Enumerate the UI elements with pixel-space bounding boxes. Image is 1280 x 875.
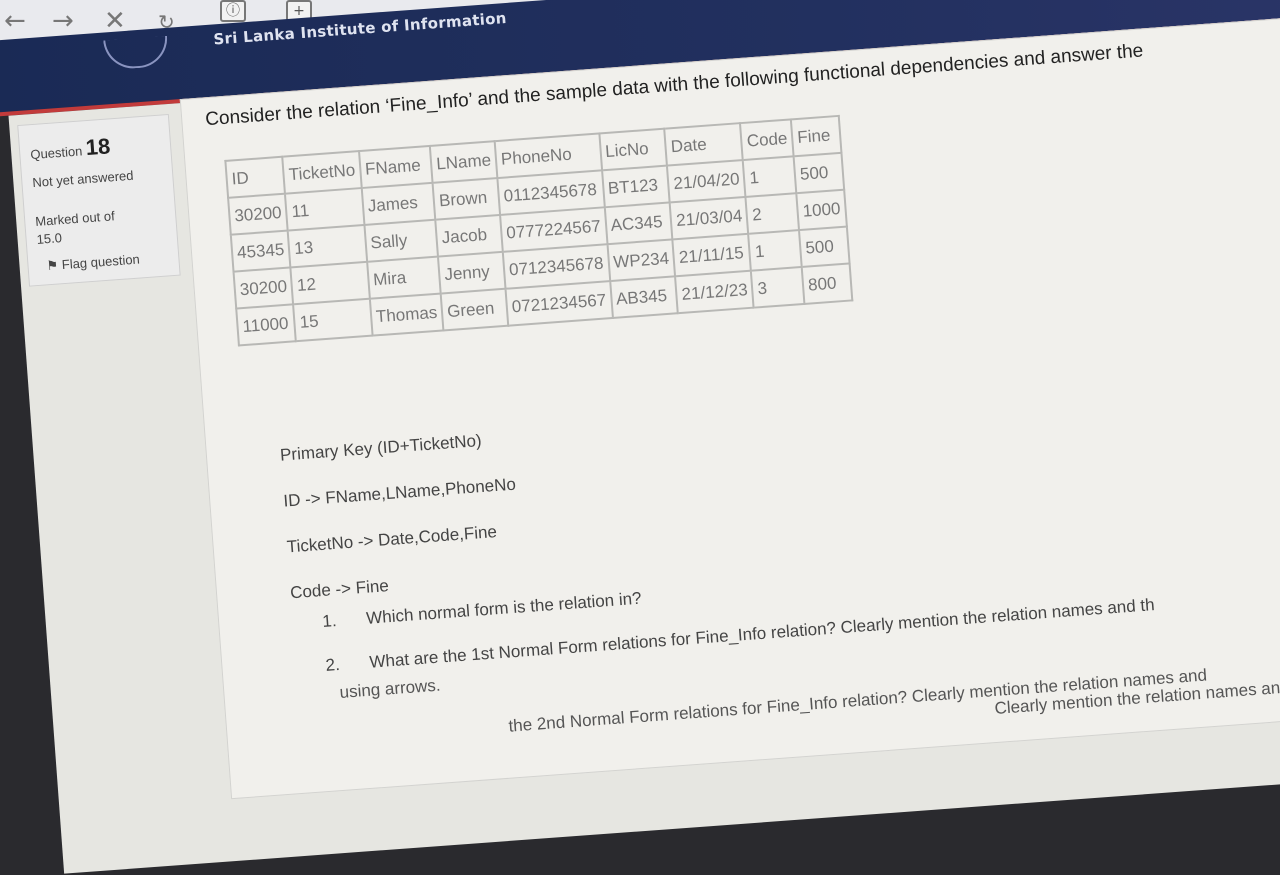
cell: 11000 (236, 304, 297, 346)
cell: Thomas (369, 293, 444, 336)
header-fine: Fine (790, 115, 842, 157)
cell: AC345 (604, 202, 673, 245)
question-number: 18 (84, 133, 112, 161)
cell: 1 (748, 230, 802, 271)
cell: 2 (745, 193, 800, 234)
cell: 15 (293, 298, 373, 342)
cell: AB345 (609, 276, 679, 318)
cell: 13 (287, 224, 367, 268)
cell: 3 (751, 266, 805, 308)
flag-question-link[interactable]: ⚑ Flag question (46, 251, 140, 274)
header-lname: LName (429, 141, 498, 183)
cell: WP234 (607, 239, 676, 282)
answer-status: Not yet answered (31, 167, 134, 191)
cell: 21/11/15 (672, 233, 752, 277)
cell: 500 (793, 152, 845, 194)
cell: 21/12/23 (675, 270, 755, 314)
cell: Jenny (438, 251, 506, 294)
header-code: Code (740, 119, 794, 161)
task-number: 1. (321, 611, 338, 632)
header-id: ID (225, 156, 286, 198)
institute-logo (103, 35, 170, 71)
header-licno: LicNo (598, 128, 668, 171)
site-title: Sri Lanka Institute of Information (212, 8, 508, 49)
cell: Mira (366, 256, 441, 299)
marked-label: Marked out of (34, 208, 116, 229)
cell: 30200 (233, 267, 294, 309)
marked-value: 15.0 (36, 230, 63, 247)
flag-question-label: Flag question (61, 251, 141, 273)
functional-dependencies: Primary Key (ID+TicketNo) ID -> FName,LN… (278, 416, 524, 617)
cell: 800 (801, 263, 853, 304)
cell: 1000 (796, 189, 847, 231)
header-ticketno: TicketNo (282, 151, 362, 194)
cell: James (361, 182, 436, 225)
cell: 0721234567 (505, 281, 613, 326)
task-text: Which normal form is the relation in? (365, 588, 643, 628)
cell: 12 (290, 261, 370, 305)
cell: 21/03/04 (669, 196, 749, 240)
cell: 500 (799, 226, 850, 267)
cell: Sally (364, 219, 439, 262)
cell: 1 (743, 156, 797, 197)
cell: Jacob (435, 214, 503, 257)
question-label-line: Question 18 (29, 133, 111, 165)
cell: 21/04/20 (667, 160, 746, 203)
cell: 45345 (230, 230, 291, 272)
question-info-panel: Question 18 Not yet answered Marked out … (17, 113, 181, 287)
cell: BT123 (601, 165, 670, 208)
header-fname: FName (358, 145, 433, 189)
marked-out-of: Marked out of 15.0 (35, 207, 117, 249)
page: Sri Lanka Institute of Information Quest… (0, 0, 1280, 874)
cell: Green (440, 288, 509, 331)
cell: 11 (285, 188, 365, 231)
flag-icon: ⚑ (46, 257, 59, 274)
cell: Brown (432, 178, 501, 220)
cell: 30200 (228, 193, 288, 235)
question-label: Question (29, 143, 83, 163)
header-date: Date (664, 123, 744, 166)
